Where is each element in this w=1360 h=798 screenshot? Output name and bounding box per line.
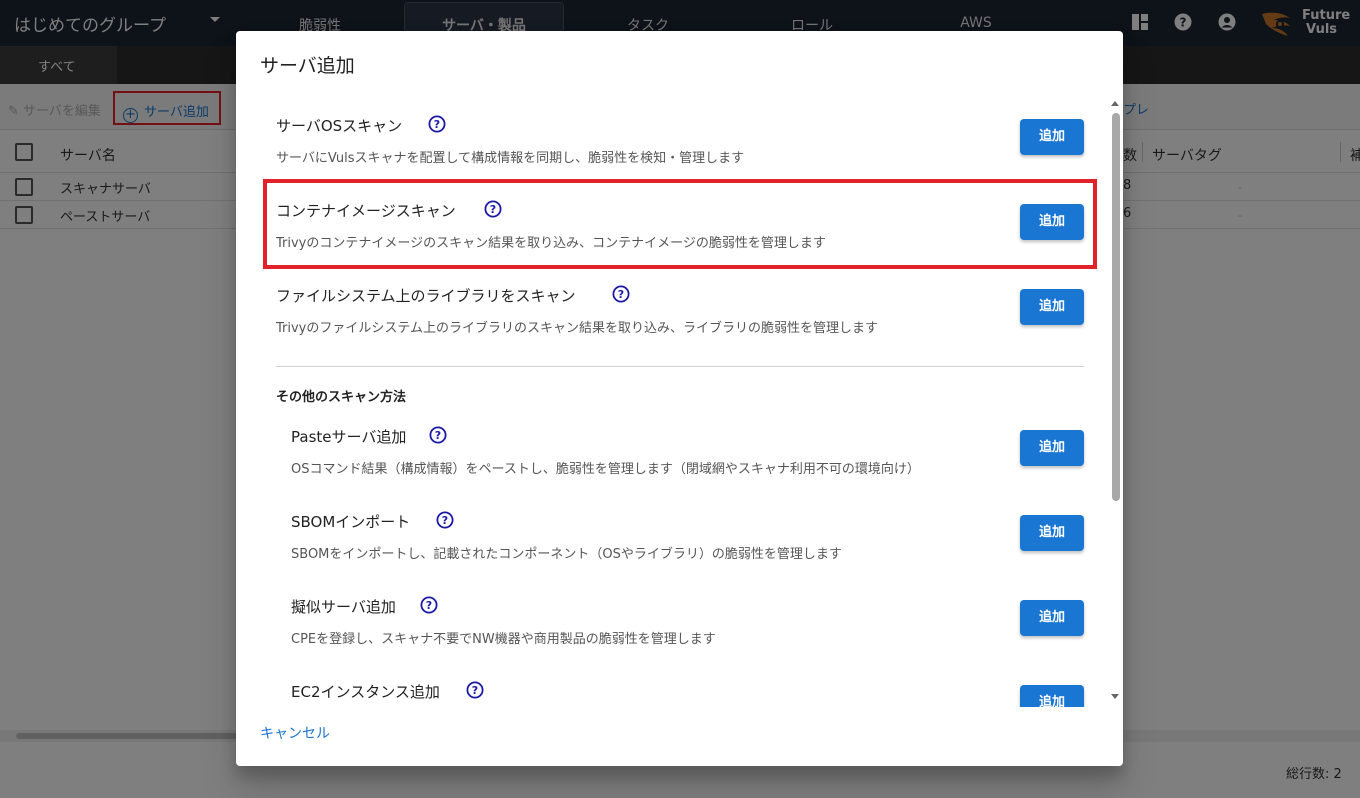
option-description: SBOMをインポートし、記載されたコンポーネント（OSやライブラリ）の脆弱性を管… (291, 547, 842, 562)
add-button[interactable]: 追加 (1020, 119, 1084, 155)
option-description: Trivyのファイルシステム上のライブラリのスキャン結果を取り込み、ライブラリの… (276, 321, 878, 336)
help-icon[interactable]: ? (436, 511, 454, 529)
option-server-os-scan: サーバOSスキャン ? サーバにVulsスキャナを配置して構成情報を同期し、脆弱… (236, 99, 1123, 179)
option-title: サーバOSスキャン (276, 117, 403, 135)
add-button[interactable]: 追加 (1020, 515, 1084, 551)
option-title: SBOMインポート (291, 513, 411, 531)
help-icon[interactable]: ? (612, 285, 630, 303)
option-description: サーバにVulsスキャナを配置して構成情報を同期し、脆弱性を検知・管理します (276, 151, 745, 166)
dialog-title: サーバ追加 (260, 55, 355, 77)
option-description: CPEを登録し、スキャナ不要でNW機器や商用製品の脆弱性を管理します (291, 632, 716, 647)
option-description: OSコマンド結果（構成情報）をペーストし、脆弱性を管理します（閉域網やスキャナ利… (291, 462, 920, 477)
help-icon[interactable]: ? (428, 115, 446, 133)
option-sbom-import: SBOMインポート ? SBOMをインポートし、記載されたコンポーネント（OSや… (236, 495, 1123, 575)
add-button[interactable]: 追加 (1020, 685, 1084, 707)
scroll-down-icon[interactable] (1111, 694, 1119, 699)
option-title: 擬似サーバ追加 (291, 598, 396, 616)
add-button[interactable]: 追加 (1020, 430, 1084, 466)
add-server-dialog: サーバ追加 サーバOSスキャン ? サーバにVulsスキャナを配置して構成情報を… (236, 31, 1123, 766)
other-scan-methods-heading: その他のスキャン方法 (276, 390, 407, 405)
option-pseudo-server: 擬似サーバ追加 ? CPEを登録し、スキャナ不要でNW機器や商用製品の脆弱性を管… (236, 580, 1123, 660)
svg-text:?: ? (434, 118, 440, 131)
option-ec2-instance: EC2インスタンス追加 ? 追加 (236, 665, 1123, 707)
cancel-button[interactable]: キャンセル (260, 723, 330, 743)
section-divider (276, 366, 1084, 367)
option-paste-server: Pasteサーバ追加 ? OSコマンド結果（構成情報）をペーストし、脆弱性を管理… (236, 410, 1123, 490)
svg-text:?: ? (472, 684, 478, 697)
add-button[interactable]: 追加 (1020, 600, 1084, 636)
svg-text:?: ? (442, 514, 448, 527)
option-title: EC2インスタンス追加 (291, 683, 440, 701)
vertical-scroll-thumb[interactable] (1112, 113, 1120, 501)
option-filesystem-library-scan: ファイルシステム上のライブラリをスキャン ? Trivyのファイルシステム上のラ… (236, 269, 1123, 349)
help-icon[interactable]: ? (420, 596, 438, 614)
dialog-content[interactable]: サーバOSスキャン ? サーバにVulsスキャナを配置して構成情報を同期し、脆弱… (236, 99, 1123, 707)
help-icon[interactable]: ? (429, 426, 447, 444)
highlight-box (263, 179, 1097, 269)
scroll-up-icon[interactable] (1111, 101, 1119, 106)
option-title: Pasteサーバ追加 (291, 428, 407, 446)
svg-text:?: ? (426, 599, 432, 612)
option-title: ファイルシステム上のライブラリをスキャン (276, 287, 576, 305)
help-icon[interactable]: ? (466, 681, 484, 699)
add-button[interactable]: 追加 (1020, 289, 1084, 325)
svg-text:?: ? (618, 288, 624, 301)
svg-text:?: ? (435, 429, 441, 442)
